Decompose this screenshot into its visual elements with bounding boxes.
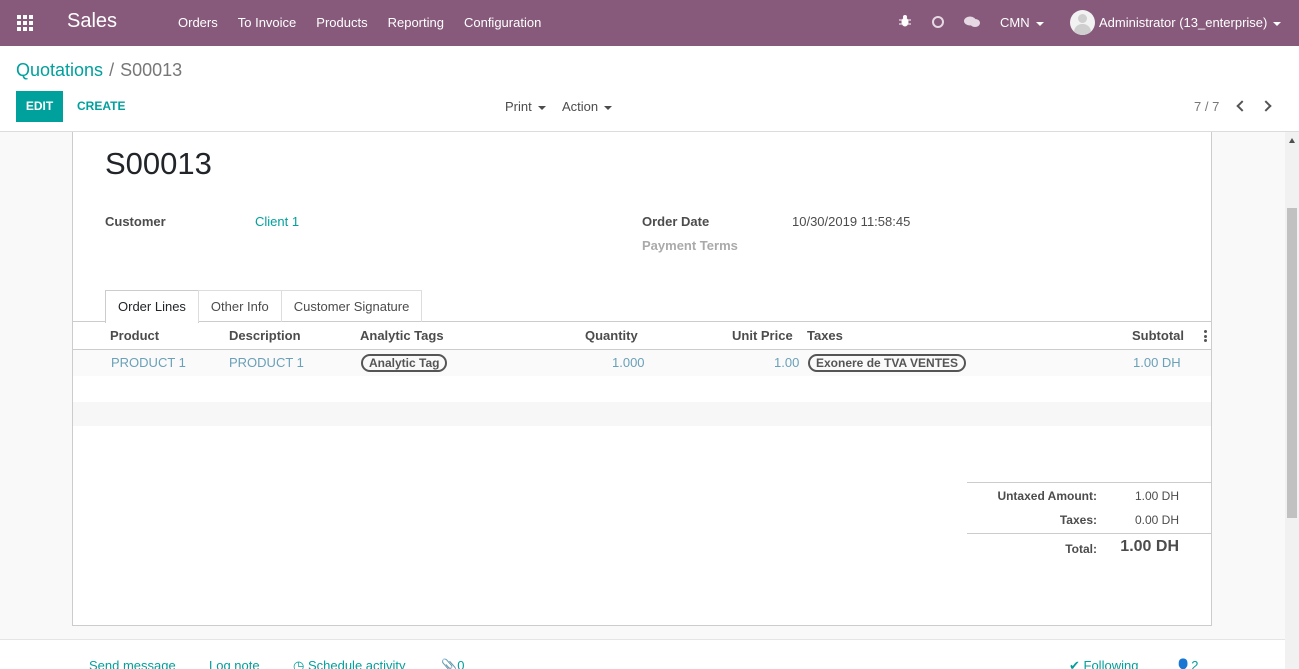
following-label: Following (1083, 658, 1139, 669)
order-date-value: 10/30/2019 11:58:45 (792, 214, 911, 229)
analytic-tag-badge: Analytic Tag (361, 354, 448, 372)
column-header-description[interactable]: Description (229, 328, 301, 343)
column-header-unit-price[interactable]: Unit Price (732, 328, 793, 343)
chevron-down-icon (1035, 21, 1044, 26)
user-icon: 👤 (1175, 658, 1192, 669)
messaging-chat-icon[interactable] (964, 16, 980, 28)
order-title: S00013 (105, 146, 212, 181)
create-button[interactable]: CREATE (77, 99, 125, 113)
breadcrumb-quotations-link[interactable]: Quotations (16, 60, 103, 80)
log-note-button[interactable]: Log note (209, 658, 260, 669)
paperclip-icon: 📎 (441, 658, 458, 669)
untaxed-amount-label: Untaxed Amount: (997, 489, 1097, 503)
scrollbar-thumb[interactable] (1287, 208, 1297, 518)
row-unit-price: 1.00 (774, 355, 800, 370)
user-avatar[interactable] (1070, 10, 1095, 35)
breadcrumb-current: S00013 (120, 60, 183, 80)
company-switcher[interactable]: CMN (1000, 15, 1044, 30)
form-sheet: S00013 Customer Client 1 Order Date 10/3… (72, 132, 1212, 626)
tab-customer-signature[interactable]: Customer Signature (280, 290, 423, 322)
app-name[interactable]: Sales (67, 10, 117, 33)
column-header-analytic-tags[interactable]: Analytic Tags (360, 328, 444, 343)
tab-other-info[interactable]: Other Info (197, 290, 282, 322)
main-menu: Orders To Invoice Products Reporting Con… (178, 15, 561, 30)
order-date-label: Order Date (642, 214, 710, 229)
pager-previous-icon[interactable] (1236, 100, 1248, 112)
menu-item-reporting[interactable]: Reporting (388, 15, 444, 30)
taxes-label: Taxes: (1059, 513, 1097, 527)
breadcrumb-separator: / (109, 60, 115, 80)
table-row[interactable]: PRODUCT 1 PRODUCT 1 Analytic Tag 1.000 1… (73, 350, 1211, 376)
menu-item-orders[interactable]: Orders (178, 15, 218, 30)
customer-value-link[interactable]: Client 1 (255, 214, 299, 229)
chevron-down-icon (604, 105, 613, 110)
untaxed-amount-value: 1.00 DH (1134, 489, 1179, 503)
send-message-button[interactable]: Send message (89, 658, 176, 669)
chevron-down-icon (537, 105, 546, 110)
control-panel: Quotations / S00013 EDIT CREATE Print Acti… (0, 46, 1299, 132)
company-name: CMN (1000, 15, 1030, 30)
total-value: 1.00 DH (1120, 538, 1179, 555)
column-header-product[interactable]: Product (110, 328, 159, 343)
totals-top-divider (967, 482, 1212, 483)
debug-bug-icon[interactable] (899, 14, 911, 27)
top-navbar: Sales Orders To Invoice Products Reporti… (0, 0, 1299, 46)
user-name: Administrator (13_enterprise) (1099, 15, 1268, 30)
schedule-activity-label: Schedule activity (307, 658, 406, 669)
row-product: PRODUCT 1 (111, 355, 186, 370)
menu-item-products[interactable]: Products (316, 15, 367, 30)
apps-menu-icon[interactable] (17, 15, 33, 31)
column-header-taxes[interactable]: Taxes (807, 328, 843, 343)
menu-item-configuration[interactable]: Configuration (464, 15, 541, 30)
action-dropdown[interactable]: Action (562, 99, 613, 114)
schedule-activity-button[interactable]: ◷ Schedule activity (293, 658, 406, 669)
tax-badge: Exonere de TVA VENTES (808, 354, 967, 372)
print-label: Print (505, 99, 532, 114)
activity-clock-icon[interactable] (932, 16, 944, 28)
payment-terms-label: Payment Terms (642, 238, 738, 253)
order-lines-header: Product Description Analytic Tags Quanti… (73, 322, 1211, 350)
chatter-bar: Send message Log note ◷ Schedule activit… (0, 639, 1285, 669)
action-label: Action (562, 99, 599, 114)
totals-bottom-divider (967, 533, 1212, 534)
empty-table-row (73, 402, 1211, 426)
column-header-subtotal[interactable]: Subtotal (1132, 328, 1184, 343)
total-label: Total: (1065, 542, 1097, 556)
clock-icon: ◷ (293, 658, 308, 669)
customer-label: Customer (105, 214, 166, 229)
chevron-down-icon (1273, 21, 1282, 26)
column-options-kebab-icon[interactable] (1204, 330, 1207, 342)
menu-item-to-invoice[interactable]: To Invoice (238, 15, 297, 30)
row-description: PRODUCT 1 (229, 355, 304, 370)
attachments-button[interactable]: 📎0 (441, 658, 464, 669)
print-dropdown[interactable]: Print (505, 99, 546, 114)
row-subtotal: 1.00 DH (1133, 355, 1181, 370)
attachments-count: 0 (457, 658, 465, 669)
breadcrumb: Quotations / S00013 (16, 60, 182, 81)
column-header-quantity[interactable]: Quantity (585, 328, 638, 343)
check-icon: ✔ (1069, 658, 1084, 669)
edit-button[interactable]: EDIT (16, 91, 63, 122)
pager-next-icon[interactable] (1260, 100, 1272, 112)
row-quantity: 1.000 (612, 355, 645, 370)
user-menu[interactable]: Administrator (13_enterprise) (1099, 15, 1282, 30)
tab-order-lines[interactable]: Order Lines (105, 290, 199, 323)
taxes-value: 0.00 DH (1134, 513, 1179, 527)
followers-count: 2 (1191, 658, 1199, 669)
notebook-tabs: Order Lines Other Info Customer Signatur… (105, 290, 423, 323)
scroll-up-arrow-icon[interactable] (1289, 138, 1295, 143)
following-button[interactable]: ✔ Following (1069, 658, 1138, 669)
pager-value[interactable]: 7 / 7 (1194, 99, 1219, 114)
followers-button[interactable]: 👤2 (1175, 658, 1198, 669)
